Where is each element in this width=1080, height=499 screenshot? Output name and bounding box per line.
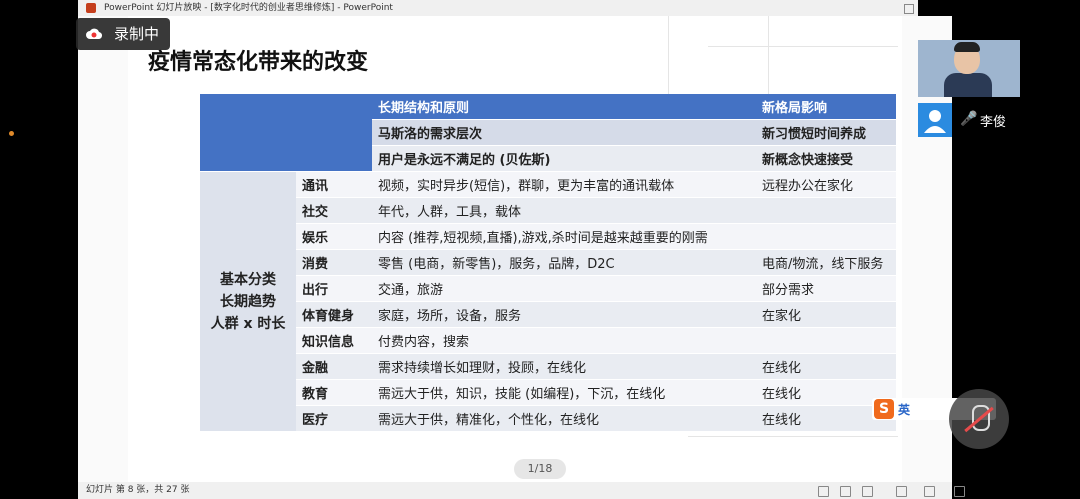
powerpoint-icon: [86, 3, 96, 13]
row-desc: 零售 (电商，新零售)，服务，品牌，D2C: [372, 249, 756, 276]
window-title: PowerPoint 幻灯片放映 - [数字化时代的创业者思维修炼] - Pow…: [104, 3, 393, 13]
category-cell: 基本分类 长期趋势 人群 x 时长: [200, 171, 296, 432]
normal-view-icon[interactable]: [896, 486, 907, 497]
row-impact: 远程办公在家化: [756, 171, 896, 198]
recording-indicator[interactable]: 录制中: [76, 18, 170, 50]
table-row: 体育健身 家庭，场所，设备，服务 在家化: [200, 301, 896, 328]
row-impact: 在家化: [756, 301, 896, 328]
row-name: 社交: [296, 197, 372, 224]
participant-body: [944, 73, 992, 97]
table-row: 出行 交通，旅游 部分需求: [200, 275, 896, 302]
mute-button[interactable]: [949, 389, 1009, 449]
window-maximize-icon[interactable]: [904, 4, 914, 14]
user-icon: [924, 110, 946, 133]
row-desc: 需求持续增长如理财，投顾，在线化: [372, 353, 756, 380]
window-titlebar: PowerPoint 幻灯片放映 - [数字化时代的创业者思维修炼] - Pow…: [78, 0, 918, 16]
sogou-logo-icon: S: [874, 399, 894, 419]
row-desc: 视频，实时异步(短信)，群聊，更为丰富的通讯载体: [372, 171, 756, 198]
status-bar: 幻灯片 第 8 张，共 27 张: [78, 482, 965, 499]
row-desc: 付费内容，搜索: [372, 327, 756, 354]
page-indicator[interactable]: 1/18: [514, 459, 566, 479]
table-row: 社交 年代，人群，工具，载体: [200, 197, 896, 224]
header-impact: 新格局影响: [756, 94, 896, 120]
cloud-icon: [86, 28, 102, 40]
slide[interactable]: 疫情常态化带来的改变 长期结构和原则 新格局影响 马斯洛的需求层次 新习惯短时间…: [128, 16, 902, 482]
row-desc: 家庭，场所，设备，服务: [372, 301, 756, 328]
row-impact: 部分需求: [756, 275, 896, 302]
row-name: 通讯: [296, 171, 372, 198]
table-header-row: 长期结构和原则 新格局影响: [200, 94, 896, 172]
table-row: 娱乐 内容 (推荐,短视频,直播),游戏,杀时间是越来越重要的刚需: [200, 223, 896, 250]
header-corner-cell: [200, 94, 372, 172]
prev-slide-icon[interactable]: [818, 486, 829, 497]
slide-count-text: 幻灯片 第 8 张，共 27 张: [86, 485, 190, 495]
participant-hair: [954, 42, 980, 52]
table-row: 消费 零售 (电商，新零售)，服务，品牌，D2C 电商/物流，线下服务: [200, 249, 896, 276]
subheader-structure: 马斯洛的需求层次: [372, 119, 756, 146]
slide-title: 疫情常态化带来的改变: [148, 50, 369, 75]
subheader-structure: 用户是永远不满足的 (贝佐斯): [372, 145, 756, 172]
decor-line: [708, 46, 898, 47]
row-impact: [756, 197, 896, 224]
table-row: 知识信息 付费内容，搜索: [200, 327, 896, 354]
microphone-icon[interactable]: 🎤: [960, 111, 977, 127]
row-desc: 年代，人群，工具，载体: [372, 197, 756, 224]
avatar: [918, 103, 952, 137]
row-impact: [756, 223, 896, 250]
decor-line: [668, 16, 669, 106]
row-name: 知识信息: [296, 327, 372, 354]
reading-view-icon[interactable]: [954, 486, 965, 497]
category-line: 长期趋势: [220, 293, 276, 310]
row-name: 消费: [296, 249, 372, 276]
row-name: 教育: [296, 379, 372, 406]
row-name: 金融: [296, 353, 372, 380]
participant-name: 李俊: [980, 115, 1007, 130]
row-impact: 在线化: [756, 353, 896, 380]
table-row: 教育 需远大于供，知识，技能 (如编程)，下沉，在线化 在线化: [200, 379, 896, 406]
row-name: 出行: [296, 275, 372, 302]
subheader-impact: 新习惯短时间养成: [756, 119, 896, 146]
participant-video[interactable]: [918, 40, 1020, 97]
ime-language-toggle[interactable]: 英: [898, 401, 910, 418]
row-name: 体育健身: [296, 301, 372, 328]
row-impact: 电商/物流，线下服务: [756, 249, 896, 276]
category-line: 基本分类: [220, 271, 276, 288]
header-structure: 长期结构和原则: [372, 94, 756, 120]
notes-icon[interactable]: [840, 486, 851, 497]
table-row: 金融 需求持续增长如理财，投顾，在线化 在线化: [200, 353, 896, 380]
row-desc: 需远大于供，精准化，个性化，在线化: [372, 405, 756, 432]
next-slide-icon[interactable]: [862, 486, 873, 497]
slide-sorter-icon[interactable]: [924, 486, 935, 497]
category-line: 人群 x 时长: [210, 315, 286, 332]
orange-dot-decoration: [9, 131, 14, 136]
slideshow-area: 疫情常态化带来的改变 长期结构和原则 新格局影响 马斯洛的需求层次 新习惯短时间…: [78, 16, 952, 482]
table-row: 基本分类 长期趋势 人群 x 时长 通讯 视频，实时异步(短信)，群聊，更为丰富…: [200, 171, 896, 432]
decor-line: [688, 436, 898, 437]
row-name: 医疗: [296, 405, 372, 432]
subheader-impact: 新概念快速接受: [756, 145, 896, 172]
trends-table: 长期结构和原则 新格局影响 马斯洛的需求层次 新习惯短时间养成 用户是永远不满足…: [200, 94, 896, 432]
decor-line: [768, 16, 769, 106]
row-name: 娱乐: [296, 223, 372, 250]
row-desc: 交通，旅游: [372, 275, 756, 302]
participant-bar[interactable]: 🎤 李俊: [918, 103, 1020, 137]
row-desc: 内容 (推荐,短视频,直播),游戏,杀时间是越来越重要的刚需: [372, 223, 756, 250]
row-impact: [756, 327, 896, 354]
table-row: 医疗 需远大于供，精准化，个性化，在线化 在线化: [200, 405, 896, 432]
row-desc: 需远大于供，知识，技能 (如编程)，下沉，在线化: [372, 379, 756, 406]
recording-label: 录制中: [114, 25, 160, 43]
